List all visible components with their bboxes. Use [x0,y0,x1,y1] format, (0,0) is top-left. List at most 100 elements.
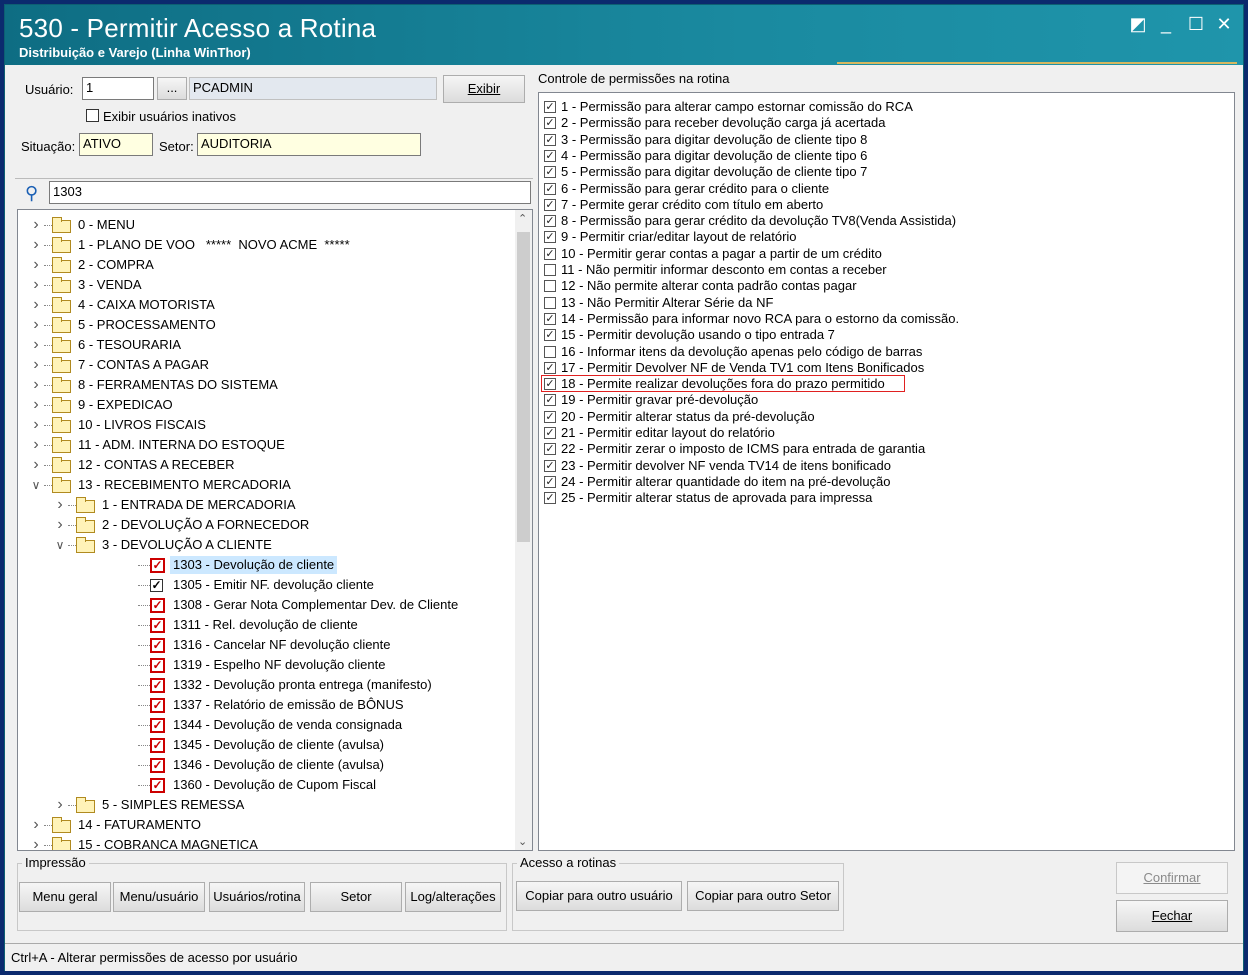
tree-folder-node[interactable]: › 1 - ENTRADA DE MERCADORIA [18,496,516,516]
permission-checkbox[interactable]: ✓ [544,410,556,423]
search-input[interactable]: 1303 [49,181,531,204]
permission-checkbox[interactable]: ✓ [544,427,556,439]
tree-folder-node[interactable]: › 2 - COMPRA [18,256,516,276]
tree-routine-node[interactable]: ✓ 1303 - Devolução de cliente [18,556,516,576]
expand-chevron-icon[interactable]: › [30,276,42,294]
expand-chevron-icon[interactable]: › [30,336,42,354]
expand-chevron-icon[interactable]: › [30,316,42,334]
permission-checkbox[interactable]: ✓ [544,475,556,488]
expand-chevron-icon[interactable]: › [30,836,42,850]
tree-folder-node[interactable]: › 10 - LIVROS FISCAIS [18,416,516,436]
expand-chevron-icon[interactable]: › [30,236,42,254]
permission-checkbox[interactable]: ✓ [544,312,556,325]
permission-checkbox[interactable]: ✓ [544,394,556,407]
copy-to-setor-button[interactable]: Copiar para outro Setor [687,881,839,911]
tree-folder-node[interactable]: › 3 - VENDA [18,276,516,296]
expand-chevron-icon[interactable]: › [30,816,42,834]
menu-usuario-button[interactable]: Menu/usuário [113,882,205,912]
tree-folder-node[interactable]: ∨ 3 - DEVOLUÇÃO A CLIENTE [18,536,516,556]
permission-checkbox[interactable]: ✓ [544,361,556,374]
expand-chevron-icon[interactable]: › [30,256,42,274]
routine-checkbox[interactable]: ✓ [150,638,165,653]
routine-checkbox[interactable]: ✓ [150,579,163,592]
permission-checkbox[interactable]: ✓ [544,117,556,130]
tree-scrollbar[interactable]: ⌃ ⌄ [515,210,532,850]
minimize-icon[interactable]: _ [1155,15,1177,33]
routine-checkbox[interactable]: ✓ [150,738,165,753]
tree-routine-node[interactable]: ✓ 1311 - Rel. devolução de cliente [18,616,516,636]
tree-folder-node[interactable]: › 4 - CAIXA MOTORISTA [18,296,516,316]
tree-folder-node[interactable]: › 14 - FATURAMENTO [18,816,516,836]
tree-folder-node[interactable]: › 8 - FERRAMENTAS DO SISTEMA [18,376,516,396]
tree-scroll-thumb[interactable] [517,232,530,542]
permission-checkbox[interactable] [544,296,556,309]
tree-routine-node[interactable]: ✓ 1316 - Cancelar NF devolução cliente [18,636,516,656]
tree-folder-node[interactable]: › 12 - CONTAS A RECEBER [18,456,516,476]
browse-user-button[interactable]: ... [157,77,187,100]
permission-checkbox[interactable]: ✓ [544,247,556,260]
log-alteracoes-button[interactable]: Log/alterações [405,882,501,912]
tree-routine-node[interactable]: ✓ 1345 - Devolução de cliente (avulsa) [18,736,516,756]
setor-button[interactable]: Setor [310,882,402,912]
tree-folder-node[interactable]: › 7 - CONTAS A PAGAR [18,356,516,376]
routine-checkbox[interactable]: ✓ [150,698,165,713]
routine-checkbox[interactable]: ✓ [150,778,165,793]
collapse-chevron-icon[interactable]: ∨ [30,476,42,494]
expand-chevron-icon[interactable]: › [30,416,42,434]
routine-checkbox[interactable]: ✓ [150,718,165,733]
tree-folder-node[interactable]: › 2 - DEVOLUÇÃO A FORNECEDOR [18,516,516,536]
routine-checkbox[interactable]: ✓ [150,658,165,673]
fechar-button[interactable]: Fechar [1116,900,1228,932]
expand-chevron-icon[interactable]: › [30,216,42,234]
tree-folder-node[interactable]: › 5 - SIMPLES REMESSA [18,796,516,816]
inactive-users-checkbox[interactable] [86,109,99,122]
routine-checkbox[interactable]: ✓ [150,678,165,693]
expand-chevron-icon[interactable]: › [54,796,66,814]
routine-tree[interactable]: › 0 - MENU › 1 - PLANO DE VOO ***** NOVO AC… [17,209,533,851]
expand-chevron-icon[interactable]: › [54,516,66,534]
permission-checkbox[interactable]: ✓ [544,133,556,146]
expand-chevron-icon[interactable]: › [30,296,42,314]
permission-checkbox[interactable]: ✓ [544,231,556,244]
permission-checkbox[interactable]: ✓ [544,459,556,472]
tree-folder-node[interactable]: › 11 - ADM. INTERNA DO ESTOQUE [18,436,516,456]
close-icon[interactable]: ✕ [1213,15,1235,33]
copy-to-user-button[interactable]: Copiar para outro usuário [516,881,682,911]
permissions-list[interactable]: ✓ 1 - Permissão para alterar campo estorn… [538,92,1235,851]
permission-checkbox[interactable] [544,264,556,276]
confirmar-button[interactable]: Confirmar [1116,862,1228,894]
tree-routine-node[interactable]: ✓ 1319 - Espelho NF devolução cliente [18,656,516,676]
expand-chevron-icon[interactable]: › [30,436,42,454]
tree-folder-node[interactable]: › 15 - COBRANCA MAGNETICA [18,836,516,850]
permission-checkbox[interactable]: ✓ [544,166,556,179]
tree-routine-node[interactable]: ✓ 1337 - Relatório de emissão de BÔNUS [18,696,516,716]
expand-chevron-icon[interactable]: › [30,356,42,374]
tree-folder-node[interactable]: › 0 - MENU [18,216,516,236]
tree-routine-node[interactable]: ✓ 1346 - Devolução de cliente (avulsa) [18,756,516,776]
menu-geral-button[interactable]: Menu geral [19,882,111,912]
restore-icon[interactable]: ◩ [1127,15,1149,33]
tree-folder-node[interactable]: › 1 - PLANO DE VOO ***** NOVO ACME ***** [18,236,516,256]
permission-checkbox[interactable]: ✓ [544,215,556,228]
usuarios-rotina-button[interactable]: Usuários/rotina [209,882,305,912]
expand-chevron-icon[interactable]: › [30,376,42,394]
routine-checkbox[interactable]: ✓ [150,558,165,573]
maximize-icon[interactable]: ☐ [1185,15,1207,33]
tree-routine-node[interactable]: ✓ 1308 - Gerar Nota Complementar Dev. de … [18,596,516,616]
permission-checkbox[interactable]: ✓ [544,329,556,342]
permission-checkbox[interactable]: ✓ [544,149,556,162]
tree-folder-node[interactable]: › 5 - PROCESSAMENTO [18,316,516,336]
routine-checkbox[interactable]: ✓ [150,598,165,613]
tree-routine-node[interactable]: ✓ 1305 - Emitir NF. devolução cliente [18,576,516,596]
permission-checkbox[interactable]: ✓ [544,198,556,211]
permission-checkbox[interactable]: ✓ [544,101,556,113]
permission-checkbox[interactable]: ✓ [544,182,556,195]
collapse-chevron-icon[interactable]: ∨ [54,536,66,554]
tree-folder-node[interactable]: › 6 - TESOURARIA [18,336,516,356]
permission-checkbox[interactable]: ✓ [544,443,556,456]
exibir-button[interactable]: Exibir [443,75,525,103]
expand-chevron-icon[interactable]: › [30,396,42,414]
scroll-up-icon[interactable]: ⌃ [518,212,527,225]
routine-checkbox[interactable]: ✓ [150,618,165,633]
expand-chevron-icon[interactable]: › [54,496,66,514]
